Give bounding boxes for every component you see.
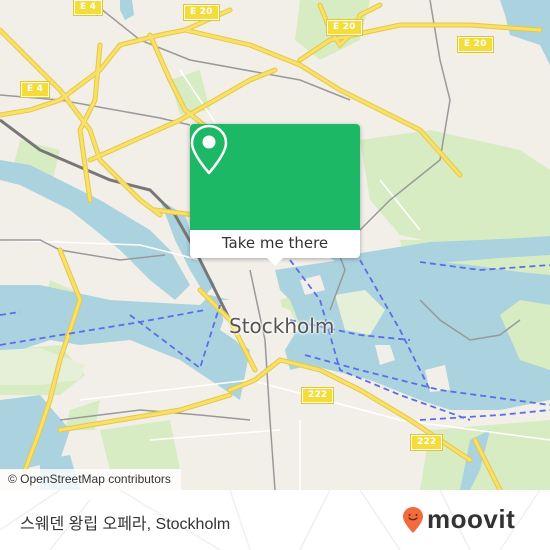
map-attribution[interactable]: © OpenStreetMap contributors xyxy=(0,469,181,490)
location-popup: Take me there xyxy=(190,124,360,266)
road-shield-222-left: 222 xyxy=(300,387,335,404)
place-name: 스웨덴 왕립 오페라, Stockholm xyxy=(20,516,231,533)
map-view[interactable]: E 4 E 20 E 4 E 20 E 20 222 222 Stockholm… xyxy=(0,0,550,490)
road-shield-e20-mid: E 20 xyxy=(326,19,363,36)
footer-bar: 스웨덴 왕립 오페라, Stockholm moovit xyxy=(0,490,550,550)
city-label: Stockholm xyxy=(229,314,335,338)
moovit-pin-icon xyxy=(403,506,423,533)
road-shield-e20-top: E 20 xyxy=(183,4,220,21)
road-shield-222-right: 222 xyxy=(409,434,444,451)
road-shield-e4-top: E 4 xyxy=(72,0,104,16)
popup-pointer xyxy=(267,258,283,266)
brand-name: moovit xyxy=(427,504,516,534)
popup-header xyxy=(190,124,360,230)
moovit-logo[interactable]: moovit xyxy=(402,504,515,535)
take-me-there-button[interactable]: Take me there xyxy=(190,230,360,258)
location-pin-icon xyxy=(190,124,228,175)
road-shield-e20-right: E 20 xyxy=(457,36,494,53)
road-shield-e4-left: E 4 xyxy=(19,81,51,98)
